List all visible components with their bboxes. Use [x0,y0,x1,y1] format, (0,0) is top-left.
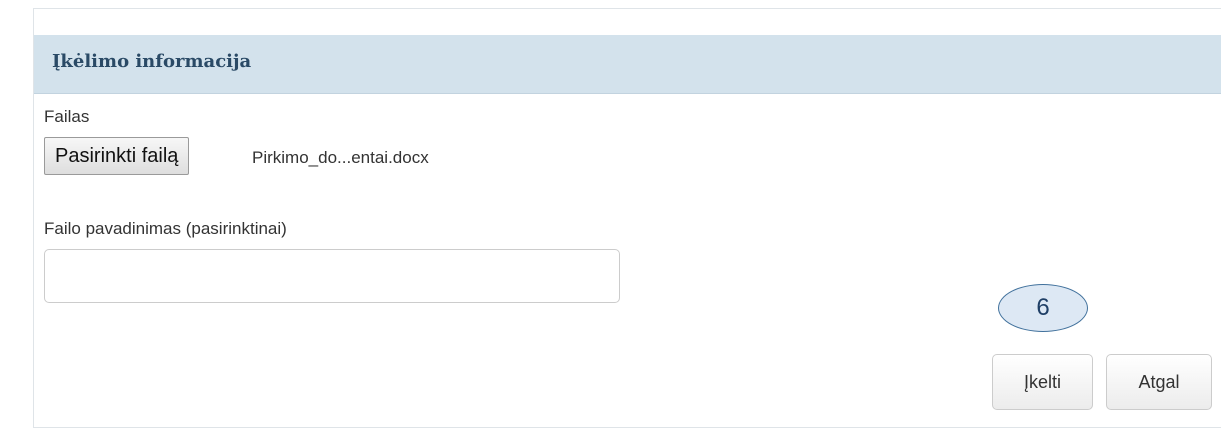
back-button[interactable]: Atgal [1106,354,1212,410]
step-number-badge: 6 [998,284,1088,332]
filename-input[interactable] [44,249,620,303]
upload-button[interactable]: Įkelti [992,354,1093,410]
panel-header: Įkėlimo informacija [34,35,1221,94]
panel-title: Įkėlimo informacija [52,51,252,72]
upload-info-panel: Įkėlimo informacija Failas Pasirinkti fa… [33,8,1221,428]
file-label: Failas [44,107,90,126]
filename-field-label: Failo pavadinimas (pasirinktinai) [44,219,287,238]
selected-file-name: Pirkimo_do...entai.docx [252,148,429,167]
choose-file-button[interactable]: Pasirinkti failą [44,137,190,175]
